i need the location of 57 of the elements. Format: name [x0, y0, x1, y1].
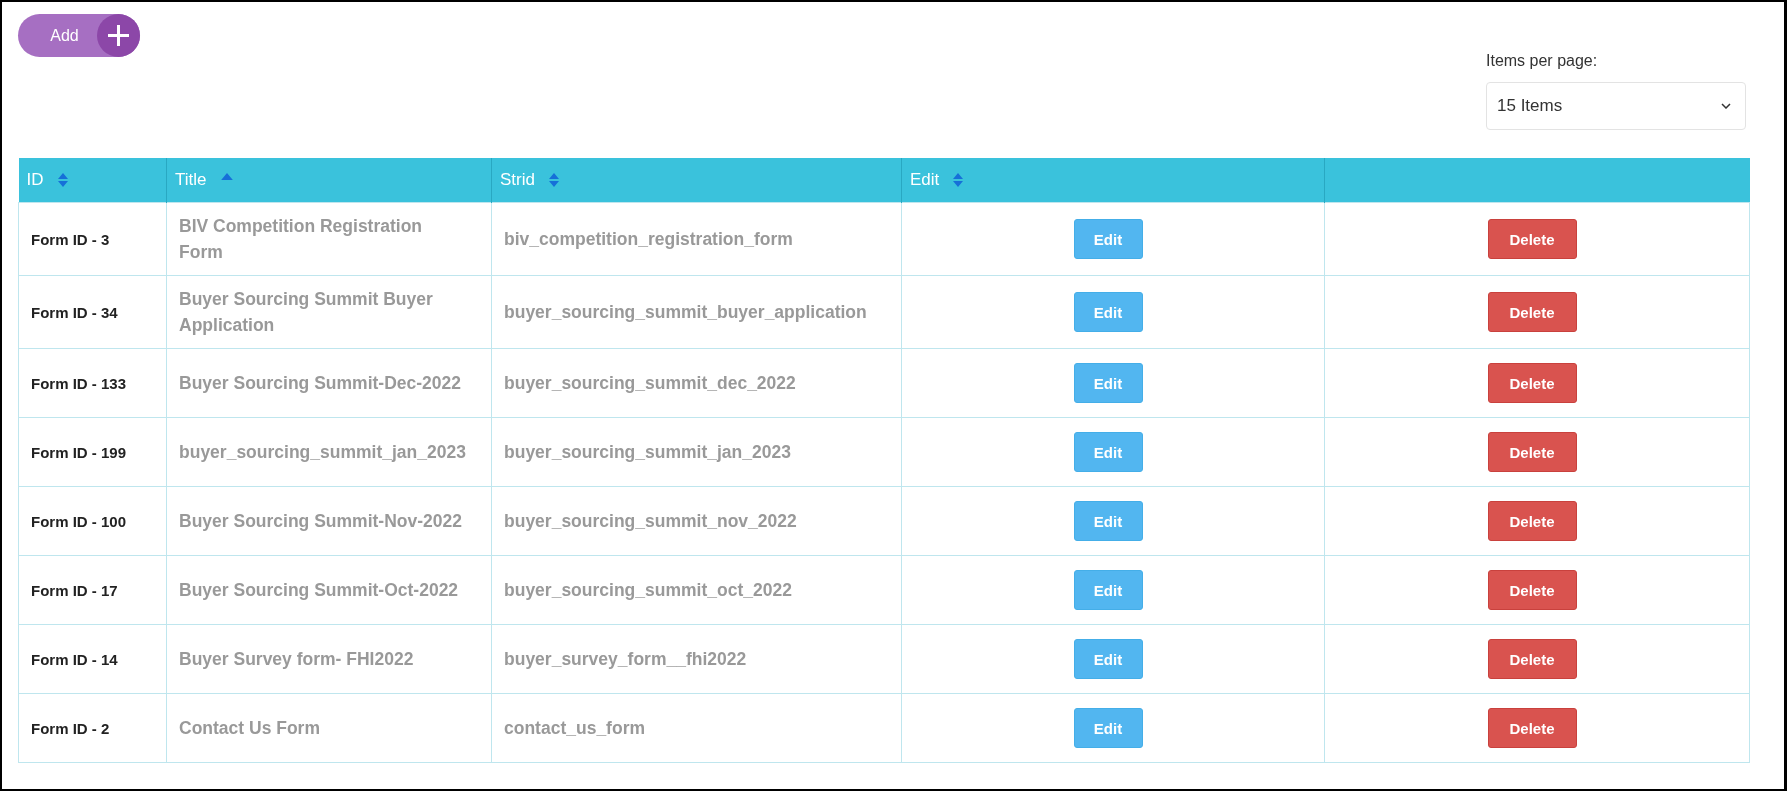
edit-button[interactable]: Edit — [1073, 219, 1143, 259]
sort-icon[interactable] — [548, 173, 559, 187]
table-cell: Buyer Sourcing Summit-Nov-2022 — [179, 511, 462, 531]
table-cell: Buyer Survey form- FHI2022 — [179, 649, 414, 669]
column-label: Strid — [500, 170, 535, 190]
column-header[interactable]: Edit — [901, 158, 1325, 203]
edit-button[interactable]: Edit — [1073, 708, 1143, 748]
items-per-page-select[interactable]: 15 Items — [1486, 82, 1746, 130]
delete-button[interactable]: Delete — [1487, 363, 1577, 403]
table-cell: buyer_sourcing_summit_jan_2023 — [179, 442, 466, 462]
sort-ascending-icon[interactable] — [220, 173, 233, 180]
table-cell: Form ID - 133 — [31, 374, 127, 392]
edit-button[interactable]: Edit — [1073, 292, 1143, 332]
edit-button[interactable]: Edit — [1073, 363, 1143, 403]
column-label: Title — [175, 170, 207, 190]
table-cell: buyer_sourcing_summit_dec_2022 — [504, 373, 796, 393]
delete-button[interactable]: Delete — [1487, 570, 1577, 610]
edit-button[interactable]: Edit — [1073, 501, 1143, 541]
table-cell: Form ID - 34 — [31, 303, 118, 321]
delete-button[interactable]: Delete — [1487, 501, 1577, 541]
table-cell: Buyer Sourcing Summit-Oct-2022 — [179, 580, 459, 600]
table-cell: Form ID - 100 — [31, 512, 127, 530]
add-button[interactable]: Add — [18, 14, 140, 57]
table-cell: buyer_sourcing_summit_jan_2023 — [504, 442, 791, 462]
table-cell: contact_us_form — [504, 718, 645, 738]
table-cell: Form ID - 14 — [31, 650, 118, 668]
edit-button[interactable]: Edit — [1073, 639, 1143, 679]
table-cell: Contact Us Form — [179, 718, 320, 738]
column-label: ID — [26, 170, 44, 190]
items-per-page-label: Items per page: — [1486, 52, 1598, 70]
table-cell: Buyer Sourcing Summit-Dec-2022 — [179, 373, 462, 393]
column-header[interactable]: Strid — [491, 158, 902, 203]
delete-button[interactable]: Delete — [1487, 432, 1577, 472]
table-cell: buyer_sourcing_summit_nov_2022 — [504, 511, 797, 531]
edit-button[interactable]: Edit — [1073, 570, 1143, 610]
delete-button[interactable]: Delete — [1487, 708, 1577, 748]
table-cell: Form ID - 3 — [31, 230, 110, 248]
delete-button[interactable]: Delete — [1487, 639, 1577, 679]
table-cell: buyer_survey_form__fhi2022 — [504, 649, 747, 669]
table-cell: buyer_sourcing_summit_buyer_application — [504, 302, 867, 322]
table-cell: buyer_sourcing_summit_oct_2022 — [504, 580, 792, 600]
column-header[interactable]: ID — [18, 158, 167, 203]
plus-icon — [97, 14, 140, 57]
column-header[interactable]: Title — [166, 158, 492, 203]
table-cell: Form ID - 17 — [31, 581, 118, 599]
edit-button[interactable]: Edit — [1073, 432, 1143, 472]
delete-button[interactable]: Delete — [1487, 219, 1577, 259]
delete-button[interactable]: Delete — [1487, 292, 1577, 332]
table-cell: Form ID - 199 — [31, 443, 127, 461]
table-cell: biv_competition_registration_form — [504, 229, 793, 249]
column-label: Edit — [910, 170, 940, 190]
sort-icon[interactable] — [57, 173, 68, 187]
sort-icon[interactable] — [953, 173, 964, 187]
table-cell: Form ID - 2 — [31, 719, 110, 737]
table-cell: Buyer Sourcing Summit Buyer Application — [179, 289, 433, 335]
table-cell: BIV Competition Registration Form — [179, 216, 423, 262]
chevron-down-icon — [1721, 103, 1731, 109]
